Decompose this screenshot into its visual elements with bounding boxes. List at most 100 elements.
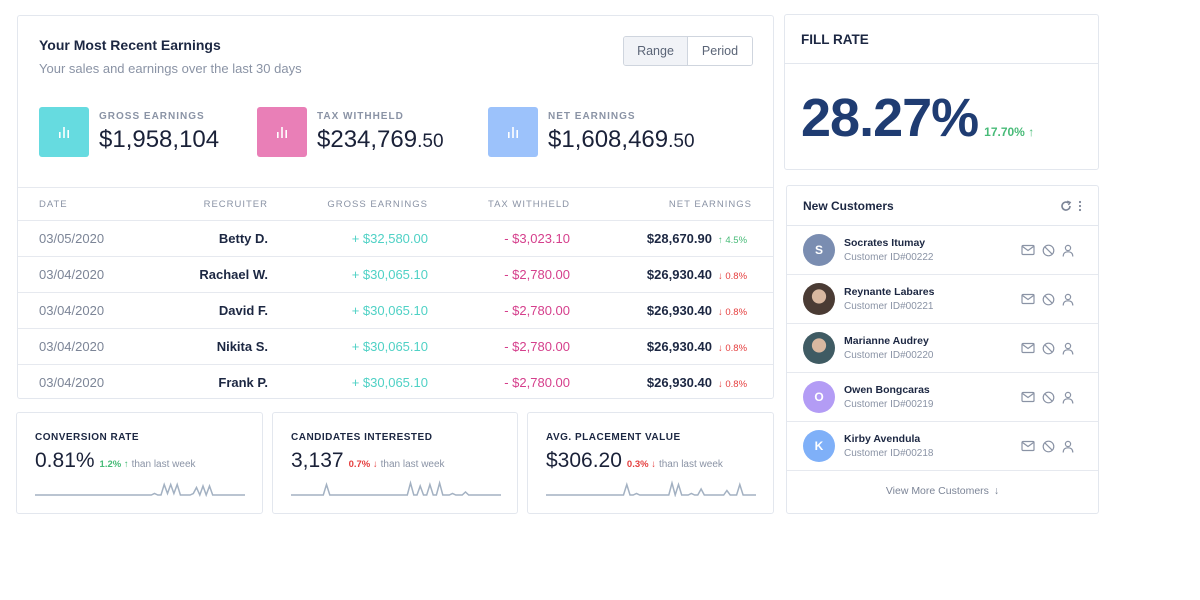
net-value: $26,930.40 xyxy=(646,303,712,318)
col-date[interactable]: DATE xyxy=(18,187,168,221)
user-profile-icon[interactable] xyxy=(1062,244,1074,257)
customer-list-item[interactable]: Marianne Audrey Customer ID#00220 xyxy=(787,324,1098,373)
cell-tax: - $2,780.00 xyxy=(504,375,570,391)
customer-list-item[interactable]: Reynante Labares Customer ID#00221 xyxy=(787,275,1098,324)
period-button[interactable]: Period xyxy=(688,37,752,65)
range-period-toggle: Range Period xyxy=(623,36,753,66)
user-profile-icon[interactable] xyxy=(1062,391,1074,404)
table-row[interactable]: 03/04/2020 Frank P. + $30,065.10 - $2,780.0… xyxy=(18,365,773,401)
customer-list-item[interactable]: O Owen Bongcaras Customer ID#00219 xyxy=(787,373,1098,422)
earnings-subtitle: Your sales and earnings over the last 30… xyxy=(39,61,302,76)
more-vertical-icon[interactable] xyxy=(1078,200,1082,212)
mail-icon[interactable] xyxy=(1021,293,1035,306)
fill-rate-value: 28.27% xyxy=(801,88,979,148)
earnings-table: DATE RECRUITER GROSS EARNINGS TAX WITHHE… xyxy=(18,187,773,401)
mail-icon[interactable] xyxy=(1021,440,1035,453)
mail-icon[interactable] xyxy=(1021,342,1035,355)
user-profile-icon[interactable] xyxy=(1062,440,1074,453)
new-customers-card: New Customers S Socrates Itumay Customer I… xyxy=(786,185,1099,514)
cell-date: 03/04/2020 xyxy=(39,375,105,391)
customer-name: Reynante Labares xyxy=(844,286,935,298)
customer-list-item[interactable]: K Kirby Avendula Customer ID#00218 xyxy=(787,422,1098,471)
customer-id: Customer ID#00221 xyxy=(844,301,934,312)
sparkline-path xyxy=(35,482,245,497)
metric-value: $306.20 xyxy=(546,449,622,472)
earnings-title: Your Most Recent Earnings xyxy=(39,37,221,53)
table-row[interactable]: 03/05/2020 Betty D. + $32,580.00- $3,023.1… xyxy=(18,220,773,257)
stat-value: $234,769.50 xyxy=(317,125,444,153)
metric-suffix: than last week xyxy=(131,459,196,470)
stat-tax-withheld: TAX WITHHELD $234,769.50 xyxy=(257,107,444,157)
block-icon[interactable] xyxy=(1042,244,1055,257)
cell-date: 03/04/2020 xyxy=(18,328,168,365)
cell-recruiter: Betty D. xyxy=(168,220,268,257)
range-button[interactable]: Range xyxy=(624,37,688,65)
stat-label: NET EARNINGS xyxy=(548,110,636,122)
customer-name: Socrates Itumay xyxy=(844,237,926,249)
sparkline-path xyxy=(291,480,501,496)
sparkline xyxy=(35,482,245,497)
net-value: $26,930.40 xyxy=(646,267,712,282)
block-icon[interactable] xyxy=(1042,391,1055,404)
metric-value: 0.81% xyxy=(35,449,95,472)
cell-recruiter: Rachael W. xyxy=(168,256,268,293)
table-row[interactable]: 03/04/2020 Nikita S. + $30,065.10- $2,780.… xyxy=(18,328,773,365)
customer-list-item[interactable]: S Socrates Itumay Customer ID#00222 xyxy=(787,226,1098,275)
table-row[interactable]: 03/04/2020 Rachael W. + $30,065.10- $2,780… xyxy=(18,256,773,293)
avatar: S xyxy=(803,234,835,266)
mail-icon[interactable] xyxy=(1021,244,1035,257)
cell-recruiter: David F. xyxy=(168,292,268,329)
cell-tax: - $3,023.10 xyxy=(428,220,570,257)
stat-gross-earnings: GROSS EARNINGS $1,958,104 xyxy=(39,107,219,157)
bar-chart-icon xyxy=(257,107,307,157)
user-profile-icon[interactable] xyxy=(1062,342,1074,355)
stat-value: $1,608,469.50 xyxy=(548,125,695,153)
net-delta: ↓ 0.8% xyxy=(718,343,748,354)
col-net-earnings[interactable]: NET EARNINGS xyxy=(570,187,773,221)
cell-gross: + $32,580.00 xyxy=(268,220,428,257)
cell-tax: - $2,780.00 xyxy=(428,292,570,329)
col-recruiter[interactable]: RECRUITER xyxy=(168,187,268,221)
block-icon[interactable] xyxy=(1042,293,1055,306)
user-profile-icon[interactable] xyxy=(1062,293,1074,306)
refresh-icon[interactable] xyxy=(1060,200,1072,212)
avatar: O xyxy=(803,381,835,413)
cell-gross: + $30,065.10 xyxy=(268,292,428,329)
metric-label: CANDIDATES INTERESTED xyxy=(291,432,433,443)
table-header-row: DATE RECRUITER GROSS EARNINGS TAX WITHHE… xyxy=(18,187,773,221)
conversion-rate-card: CONVERSION RATE 0.81% 1.2% ↑ than last w… xyxy=(16,412,263,514)
fill-rate-title: FILL RATE xyxy=(785,15,1098,64)
cell-net: $26,930.40 ↓ 0.8% xyxy=(570,365,773,401)
customer-id: Customer ID#00222 xyxy=(844,252,934,263)
col-gross-earnings[interactable]: GROSS EARNINGS xyxy=(268,187,428,221)
avg-placement-value-card: AVG. PLACEMENT VALUE $306.20 0.3% ↓ than… xyxy=(527,412,774,514)
block-icon[interactable] xyxy=(1042,342,1055,355)
cell-date: 03/04/2020 xyxy=(18,292,168,329)
cell-gross: + $30,065.10 xyxy=(268,256,428,293)
avatar xyxy=(803,283,835,315)
view-more-customers-button[interactable]: View More Customers ↓ xyxy=(787,471,1098,510)
fill-rate-delta: 17.70% ↑ xyxy=(984,125,1035,139)
metric-delta: 1.2% ↑ xyxy=(99,459,129,470)
cell-net: $26,930.40 ↓ 0.8% xyxy=(570,328,773,365)
cell-tax: - $2,780.00 xyxy=(428,256,570,293)
bar-chart-icon xyxy=(488,107,538,157)
customer-name: Marianne Audrey xyxy=(844,335,929,347)
block-icon[interactable] xyxy=(1042,440,1055,453)
metric-label: AVG. PLACEMENT VALUE xyxy=(546,432,681,443)
sparkline-path xyxy=(546,480,756,497)
mail-icon[interactable] xyxy=(1021,391,1035,404)
cell-gross: + $30,065.10 xyxy=(268,328,428,365)
net-delta: ↓ 0.8% xyxy=(718,379,748,391)
stat-label: GROSS EARNINGS xyxy=(99,110,205,122)
cell-date: 03/04/2020 xyxy=(18,256,168,293)
avatar xyxy=(803,332,835,364)
col-tax-withheld[interactable]: TAX WITHHELD xyxy=(428,187,570,221)
metric-label: CONVERSION RATE xyxy=(35,432,139,443)
stat-net-earnings: NET EARNINGS $1,608,469.50 xyxy=(488,107,695,157)
cell-recruiter: Nikita S. xyxy=(168,328,268,365)
bar-chart-icon xyxy=(39,107,89,157)
earnings-card: Your Most Recent Earnings Your sales and… xyxy=(17,15,774,399)
table-row[interactable]: 03/04/2020 David F. + $30,065.10- $2,780.0… xyxy=(18,292,773,329)
customer-list: S Socrates Itumay Customer ID#00222 Reynant… xyxy=(787,226,1098,471)
